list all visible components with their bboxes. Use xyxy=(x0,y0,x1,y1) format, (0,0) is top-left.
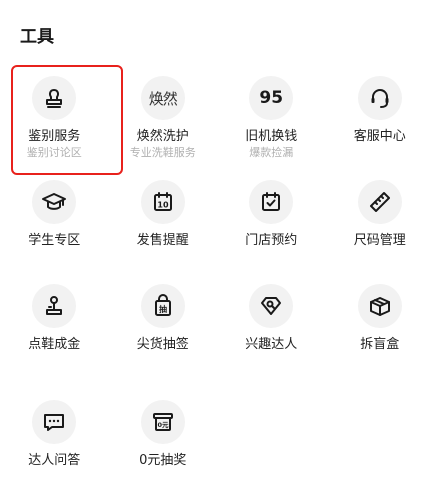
huanran-logo-icon: 焕然 xyxy=(149,88,177,109)
chat-bubble-icon xyxy=(41,409,67,435)
tool-label: 发售提醒 xyxy=(137,233,189,249)
tool-icon-wrap: 0元 xyxy=(141,400,185,444)
tool-student-zone[interactable]: 学生专区 xyxy=(0,176,109,280)
tool-icon-wrap: 95 xyxy=(249,76,293,120)
tool-label: 学生专区 xyxy=(28,233,80,249)
joystick-icon xyxy=(41,293,67,319)
tool-sub-label: 爆款捡漏 xyxy=(249,146,293,160)
recycle-95-icon: 95 xyxy=(259,88,283,108)
tool-label: 拆盲盒 xyxy=(360,337,399,353)
tool-label: 尖货抽签 xyxy=(137,337,189,353)
tool-store-booking[interactable]: 门店预约 xyxy=(217,176,326,280)
tool-icon-wrap xyxy=(32,180,76,224)
tool-huanran-wash[interactable]: 焕然 焕然洗护 专业洗鞋服务 xyxy=(109,72,218,176)
tool-blind-box[interactable]: 拆盲盒 xyxy=(326,280,434,396)
tool-sub-label: 鉴别讨论区 xyxy=(27,146,82,160)
headset-icon xyxy=(367,85,393,111)
calendar-day-text: 10 xyxy=(157,201,169,210)
tool-authentication-service[interactable]: 鉴别服务 鉴别讨论区 xyxy=(0,72,109,176)
tool-label: 尺码管理 xyxy=(354,233,406,249)
blind-box-icon xyxy=(367,293,393,319)
tool-icon-wrap xyxy=(32,76,76,120)
tool-label: 客服中心 xyxy=(354,129,406,145)
tool-icon-wrap: 抽 xyxy=(141,284,185,328)
tool-sub-label: 专业洗鞋服务 xyxy=(130,146,196,160)
tool-icon-wrap: 10 xyxy=(141,180,185,224)
tool-icon-wrap xyxy=(358,284,402,328)
stamp-icon xyxy=(41,85,67,111)
tool-icon-wrap xyxy=(358,180,402,224)
tool-icon-wrap xyxy=(249,284,293,328)
tool-label: 兴趣达人 xyxy=(245,337,297,353)
tool-icon-wrap xyxy=(32,400,76,444)
tool-hot-item-lottery[interactable]: 抽 尖货抽签 xyxy=(109,280,218,396)
calendar-check-icon xyxy=(258,189,284,215)
tool-trade-in[interactable]: 95 旧机换钱 爆款捡漏 xyxy=(217,72,326,176)
tool-icon-wrap xyxy=(32,284,76,328)
tool-label: 0元抽奖 xyxy=(139,453,186,469)
zero-yuan-lottery-icon: 0元 xyxy=(150,409,176,435)
tool-label: 焕然洗护 xyxy=(137,129,189,145)
tool-customer-service[interactable]: 客服中心 xyxy=(326,72,434,176)
tool-shoe-to-gold[interactable]: 点鞋成金 xyxy=(0,280,109,396)
tool-icon-wrap xyxy=(358,76,402,120)
tools-grid: 鉴别服务 鉴别讨论区 焕然 焕然洗护 专业洗鞋服务 95 旧机换钱 爆款捡漏 客… xyxy=(0,72,434,504)
tool-interest-expert[interactable]: 兴趣达人 xyxy=(217,280,326,396)
tool-label: 达人问答 xyxy=(28,453,80,469)
tool-size-management[interactable]: 尺码管理 xyxy=(326,176,434,280)
lottery-bag-icon: 抽 xyxy=(150,293,176,319)
tool-expert-qa[interactable]: 达人问答 xyxy=(0,396,109,504)
tool-release-reminder[interactable]: 10 发售提醒 xyxy=(109,176,218,280)
section-title: 工具 xyxy=(20,22,54,47)
tool-icon-wrap: 焕然 xyxy=(141,76,185,120)
tool-label: 点鞋成金 xyxy=(28,337,80,353)
ruler-icon xyxy=(367,189,393,215)
tool-label: 门店预约 xyxy=(245,233,297,249)
bag-text: 抽 xyxy=(159,304,167,314)
diamond-search-icon xyxy=(258,293,284,319)
calendar-10-icon: 10 xyxy=(150,189,176,215)
graduation-cap-icon xyxy=(41,189,67,215)
zero-yuan-text: 0元 xyxy=(157,421,169,429)
tool-zero-yuan-lottery[interactable]: 0元 0元抽奖 xyxy=(109,396,218,504)
tool-label: 鉴别服务 xyxy=(28,129,80,145)
tool-label: 旧机换钱 xyxy=(245,129,297,145)
tool-icon-wrap xyxy=(249,180,293,224)
